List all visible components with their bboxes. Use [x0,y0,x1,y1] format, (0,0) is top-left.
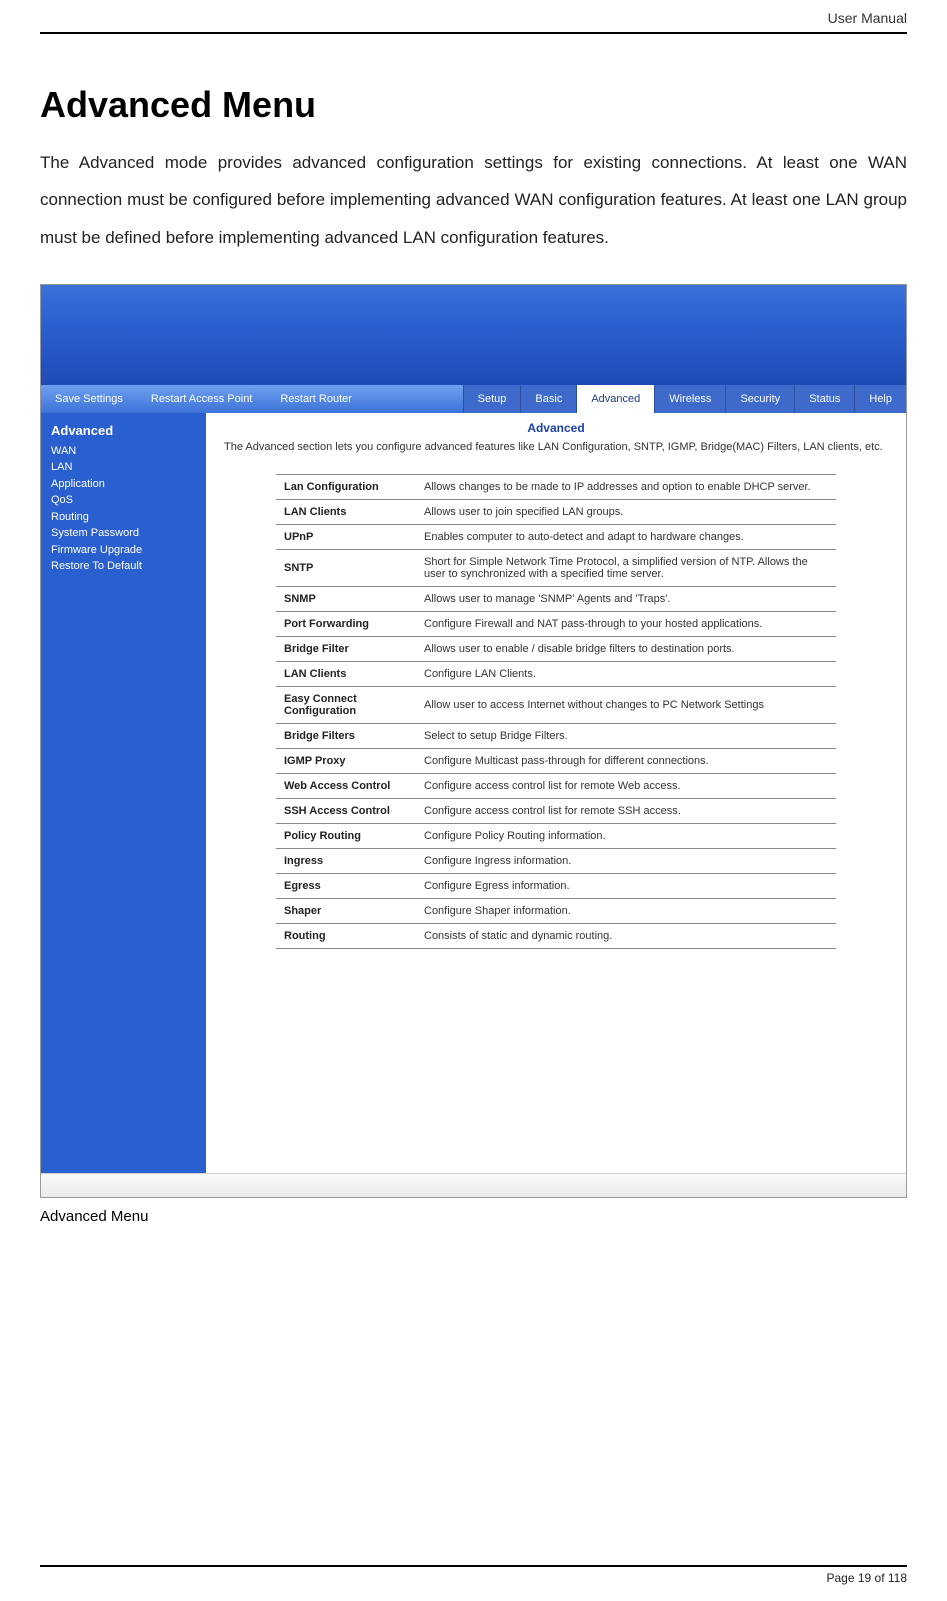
sidebar-item-qos[interactable]: QoS [51,492,196,509]
feature-name: Lan Configuration [276,474,416,499]
table-row: RoutingConsists of static and dynamic ro… [276,923,836,948]
feature-name: UPnP [276,524,416,549]
feature-name: LAN Clients [276,499,416,524]
content-desc: The Advanced section lets you configure … [224,439,888,456]
figure-caption: Advanced Menu [40,1208,907,1225]
feature-desc: Configure Firewall and NAT pass-through … [416,611,836,636]
table-row: IngressConfigure Ingress information. [276,848,836,873]
page-number: Page 19 of 118 [40,1571,907,1585]
feature-desc: Short for Simple Network Time Protocol, … [416,549,836,586]
footer-rule [40,1565,907,1567]
tab-setup[interactable]: Setup [463,385,521,413]
feature-name: Shaper [276,898,416,923]
table-row: Lan ConfigurationAllows changes to be ma… [276,474,836,499]
table-row: LAN ClientsConfigure LAN Clients. [276,661,836,686]
table-row: SNTPShort for Simple Network Time Protoc… [276,549,836,586]
feature-desc: Configure Shaper information. [416,898,836,923]
feature-desc: Consists of static and dynamic routing. [416,923,836,948]
table-row: IGMP ProxyConfigure Multicast pass-throu… [276,748,836,773]
header-rule [40,32,907,34]
screenshot-footer-bar [41,1173,906,1197]
feature-name: Egress [276,873,416,898]
feature-name: LAN Clients [276,661,416,686]
tab-help[interactable]: Help [854,385,906,413]
restart-ap-link[interactable]: Restart Access Point [137,385,267,413]
table-row: SSH Access ControlConfigure access contr… [276,798,836,823]
doc-header: User Manual [40,10,907,32]
feature-name: Bridge Filters [276,723,416,748]
feature-name: Port Forwarding [276,611,416,636]
section-title: Advanced Menu [40,84,907,126]
feature-name: Routing [276,923,416,948]
table-row: UPnPEnables computer to auto-detect and … [276,524,836,549]
tab-wireless[interactable]: Wireless [654,385,725,413]
tab-security[interactable]: Security [725,385,794,413]
feature-name: SNMP [276,586,416,611]
feature-name: Ingress [276,848,416,873]
feature-desc: Configure Multicast pass-through for dif… [416,748,836,773]
feature-name: SSH Access Control [276,798,416,823]
feature-desc: Select to setup Bridge Filters. [416,723,836,748]
restart-router-link[interactable]: Restart Router [266,385,366,413]
content-title: Advanced [224,421,888,435]
table-row: ShaperConfigure Shaper information. [276,898,836,923]
content-panel: Advanced The Advanced section lets you c… [206,413,906,1173]
save-settings-link[interactable]: Save Settings [41,385,137,413]
feature-desc: Configure LAN Clients. [416,661,836,686]
feature-name: IGMP Proxy [276,748,416,773]
sidebar-item-restore-default[interactable]: Restore To Default [51,558,196,575]
feature-desc: Allow user to access Internet without ch… [416,686,836,723]
sidebar-item-wan[interactable]: WAN [51,443,196,460]
body-text: The Advanced mode provides advanced conf… [40,144,907,256]
table-row: SNMPAllows user to manage 'SNMP' Agents … [276,586,836,611]
table-row: Bridge FiltersSelect to setup Bridge Fil… [276,723,836,748]
sidebar-title: Advanced [51,421,196,441]
table-row: Easy Connect ConfigurationAllow user to … [276,686,836,723]
feature-desc: Enables computer to auto-detect and adap… [416,524,836,549]
feature-desc: Allows user to manage 'SNMP' Agents and … [416,586,836,611]
feature-desc: Allows user to enable / disable bridge f… [416,636,836,661]
sidebar-item-application[interactable]: Application [51,476,196,493]
feature-desc: Allows changes to be made to IP addresse… [416,474,836,499]
table-row: Bridge FilterAllows user to enable / dis… [276,636,836,661]
feature-table: Lan ConfigurationAllows changes to be ma… [276,474,836,949]
feature-name: Web Access Control [276,773,416,798]
table-row: Policy RoutingConfigure Policy Routing i… [276,823,836,848]
tab-advanced[interactable]: Advanced [576,385,654,413]
feature-name: SNTP [276,549,416,586]
tab-status[interactable]: Status [794,385,854,413]
nav-tabs: Setup Basic Advanced Wireless Security S… [463,385,906,413]
feature-desc: Configure access control list for remote… [416,773,836,798]
table-row: Port ForwardingConfigure Firewall and NA… [276,611,836,636]
sidebar: Advanced WAN LAN Application QoS Routing… [41,413,206,1173]
feature-desc: Configure access control list for remote… [416,798,836,823]
tab-basic[interactable]: Basic [520,385,576,413]
feature-desc: Configure Ingress information. [416,848,836,873]
sidebar-item-firmware-upgrade[interactable]: Firmware Upgrade [51,542,196,559]
table-row: LAN ClientsAllows user to join specified… [276,499,836,524]
banner [41,285,906,385]
router-screenshot: Save Settings Restart Access Point Resta… [40,284,907,1198]
feature-desc: Configure Policy Routing information. [416,823,836,848]
table-row: Web Access ControlConfigure access contr… [276,773,836,798]
feature-desc: Configure Egress information. [416,873,836,898]
feature-desc: Allows user to join specified LAN groups… [416,499,836,524]
feature-name: Policy Routing [276,823,416,848]
feature-name: Bridge Filter [276,636,416,661]
nav-left-group: Save Settings Restart Access Point Resta… [41,385,366,413]
sidebar-item-system-password[interactable]: System Password [51,525,196,542]
table-row: EgressConfigure Egress information. [276,873,836,898]
sidebar-item-lan[interactable]: LAN [51,459,196,476]
top-nav: Save Settings Restart Access Point Resta… [41,385,906,413]
feature-name: Easy Connect Configuration [276,686,416,723]
sidebar-item-routing[interactable]: Routing [51,509,196,526]
